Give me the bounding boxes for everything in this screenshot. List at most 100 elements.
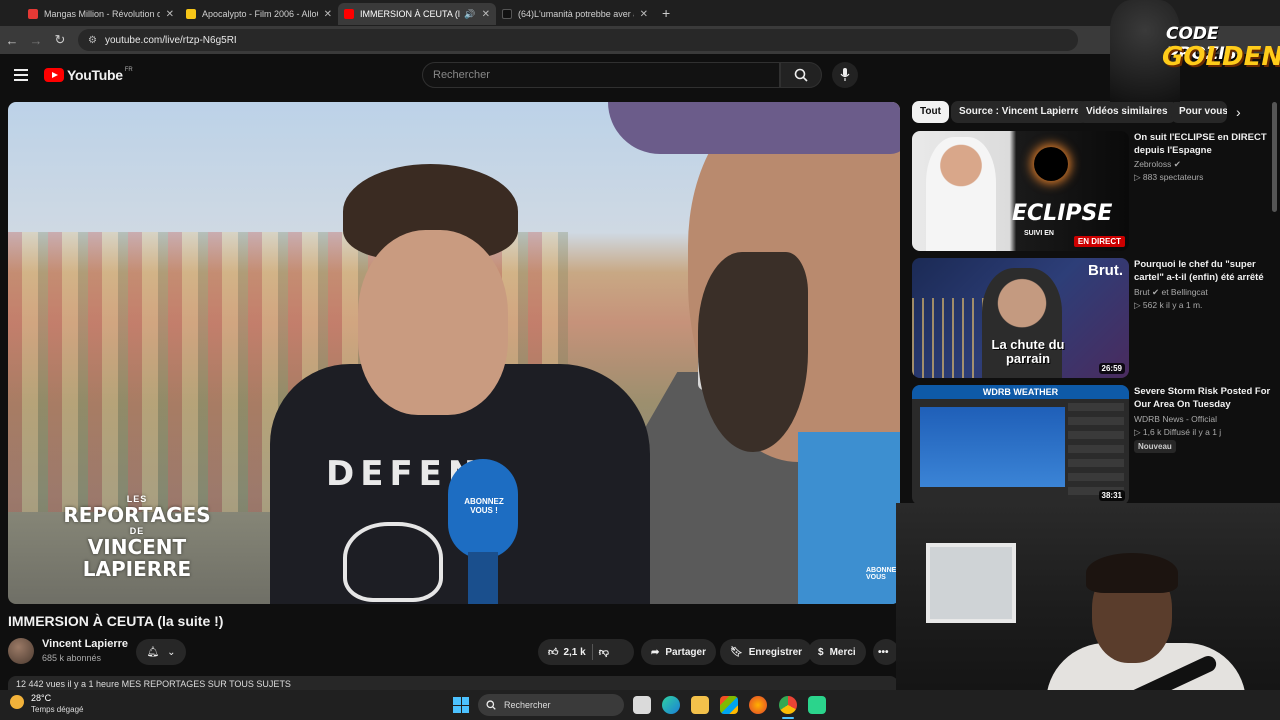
browser-tab-allocine[interactable]: Apocalypto - Film 2006 - AlloCi ✕ bbox=[180, 3, 338, 25]
back-arrow-icon[interactable]: ← bbox=[0, 33, 24, 48]
search-input[interactable]: Rechercher bbox=[422, 62, 780, 88]
task-view-icon[interactable] bbox=[633, 696, 651, 714]
chip-source[interactable]: Source : Vincent Lapierre bbox=[951, 101, 1088, 123]
related-title[interactable]: Pourquoi le chef du "super cartel" a-t-i… bbox=[1134, 258, 1274, 284]
channel-name[interactable]: Vincent Lapierre bbox=[42, 638, 128, 650]
firefox-icon[interactable] bbox=[749, 696, 767, 714]
like-dislike-group: 👍︎ 2,1 k 👎︎ bbox=[538, 639, 634, 665]
share-icon: ➦ bbox=[651, 646, 660, 658]
thumbnail-city-lights bbox=[912, 298, 992, 378]
notification-bell-button[interactable]: 🔔︎ ⌄ bbox=[136, 639, 186, 665]
browser-tab-immersion[interactable]: IMMERSION À CEUTA (la su 🔊 ✕ bbox=[338, 3, 496, 25]
page-scrollbar[interactable] bbox=[1272, 102, 1277, 212]
video-frame-microphone-handle bbox=[468, 552, 498, 604]
subscriber-count: 685 k abonnés bbox=[42, 653, 102, 663]
youtube-favicon-icon bbox=[28, 9, 38, 19]
thumbnail-studio bbox=[920, 407, 1065, 487]
windows-taskbar: 28°C Temps dégagé Rechercher bbox=[0, 690, 1280, 720]
address-bar-row: ← → ↻ ⚙ youtube.com/live/rtzp-N6g5RI bbox=[0, 26, 1280, 54]
related-channel-extra: et Bellingcat bbox=[1161, 287, 1208, 297]
related-thumbnail-wdrb[interactable]: WDRB WEATHER 38:31 bbox=[912, 385, 1129, 505]
share-button[interactable]: ➦ Partager bbox=[641, 639, 716, 665]
url-field[interactable]: ⚙ youtube.com/live/rtzp-N6g5RI bbox=[78, 29, 1078, 51]
super-thanks-icon: $ bbox=[818, 646, 824, 658]
app-icon[interactable] bbox=[808, 696, 826, 714]
chrome-icon[interactable] bbox=[779, 696, 797, 714]
subscribe-watermark: ABONNEZ VOUS bbox=[866, 567, 900, 581]
live-badge: EN DIRECT bbox=[1073, 236, 1125, 247]
voice-search-button[interactable] bbox=[832, 62, 858, 88]
new-tab-button[interactable]: + bbox=[662, 5, 670, 21]
menu-icon[interactable] bbox=[14, 69, 28, 84]
close-tab-icon[interactable]: ✕ bbox=[324, 9, 332, 20]
video-duration: 26:59 bbox=[1098, 363, 1125, 374]
video-duration: 38:31 bbox=[1098, 490, 1125, 501]
webcam-window-background bbox=[926, 543, 1016, 623]
weather-sun-icon[interactable] bbox=[10, 695, 24, 709]
taskbar-search-label: Rechercher bbox=[504, 700, 551, 710]
thumbnail-person bbox=[926, 137, 996, 251]
eclipse-sun-graphic bbox=[1034, 147, 1068, 181]
youtube-header: YouTube FR Rechercher bbox=[0, 54, 900, 98]
store-icon[interactable] bbox=[720, 696, 738, 714]
search-icon bbox=[794, 68, 808, 82]
video-title: IMMERSION À CEUTA (la suite !) bbox=[8, 613, 224, 629]
video-frame-beard bbox=[698, 252, 808, 452]
chip-similar[interactable]: Vidéos similaires bbox=[1078, 101, 1176, 123]
reload-icon[interactable]: ↻ bbox=[48, 32, 72, 48]
promo-code-overlay: CODE PROZIS GOLDENG bbox=[1110, 0, 1280, 102]
description-box[interactable]: 12 442 vues il y a 1 heure MES REPORTAGE… bbox=[8, 676, 898, 690]
browser-tab-tiktok[interactable]: (64)L'umanità potrebbe aver ap ✕ bbox=[496, 3, 654, 25]
thumbnail-brand: Brut. bbox=[1088, 262, 1123, 279]
windows-start-icon[interactable] bbox=[453, 697, 469, 713]
save-label: Enregistrer bbox=[748, 646, 803, 658]
country-code: FR bbox=[124, 67, 133, 73]
active-app-indicator bbox=[782, 717, 794, 719]
related-channel[interactable]: Brut ✔︎ et Bellingcat bbox=[1134, 286, 1274, 299]
share-label: Partager bbox=[665, 646, 706, 658]
thumbnail-sidepanel bbox=[1068, 403, 1124, 499]
chevron-down-icon: ⌄ bbox=[167, 646, 176, 658]
thumbnail-subtitle: SUIVI EN bbox=[1024, 230, 1054, 237]
audio-playing-icon[interactable]: 🔊 bbox=[464, 9, 475, 20]
related-thumbnail-brut[interactable]: Brut. La chute du parrain 26:59 bbox=[912, 258, 1129, 378]
taskbar-search[interactable]: Rechercher bbox=[478, 694, 624, 716]
related-channel-name: Zebroloss bbox=[1134, 159, 1172, 169]
shirt-skull-graphic bbox=[343, 522, 443, 602]
temperature[interactable]: 28°C bbox=[31, 693, 51, 703]
tab-title: (64)L'umanità potrebbe aver ap bbox=[518, 9, 634, 19]
browser-tab-mangas[interactable]: Mangas Million - Révolution de ✕ bbox=[22, 3, 180, 25]
chip-all[interactable]: Tout bbox=[912, 101, 949, 123]
search-button[interactable] bbox=[780, 62, 822, 88]
chip-for-you[interactable]: Pour vous bbox=[1171, 101, 1227, 123]
related-channel[interactable]: Zebroloss ✔︎ bbox=[1134, 158, 1274, 171]
channel-avatar[interactable] bbox=[8, 638, 34, 664]
thanks-label: Merci bbox=[829, 646, 856, 658]
related-channel-name: Brut bbox=[1134, 287, 1150, 297]
like-button[interactable]: 👍︎ 2,1 k bbox=[548, 646, 586, 659]
search-icon bbox=[486, 700, 496, 710]
close-tab-icon[interactable]: ✕ bbox=[482, 9, 490, 20]
save-button[interactable]: 🔖︎ Enregistrer bbox=[720, 639, 813, 665]
webcam-person-hair bbox=[1086, 553, 1178, 593]
chevron-right-icon[interactable]: › bbox=[1236, 104, 1241, 120]
tab-title: Mangas Million - Révolution de bbox=[44, 9, 160, 19]
forward-arrow-icon[interactable]: → bbox=[24, 33, 48, 48]
related-thumbnail-eclipse[interactable]: ECLIPSE SUIVI EN EN DIRECT bbox=[912, 131, 1129, 251]
tab-title: IMMERSION À CEUTA (la su bbox=[360, 9, 460, 19]
thumbs-up-icon: 👍︎ bbox=[548, 647, 559, 658]
file-explorer-icon[interactable] bbox=[691, 696, 709, 714]
verified-icon: ✔︎ bbox=[1173, 159, 1181, 169]
weather-description[interactable]: Temps dégagé bbox=[31, 705, 83, 714]
related-channel[interactable]: WDRB News - Official bbox=[1134, 413, 1274, 426]
close-tab-icon[interactable]: ✕ bbox=[640, 9, 648, 20]
site-info-icon[interactable]: ⚙ bbox=[88, 35, 97, 46]
video-player[interactable]: DEFEN ABONNEZ VOUS ! LES REPORTAGES DE V… bbox=[8, 102, 900, 604]
related-title[interactable]: On suit l'ECLIPSE en DIRECT depuis l'Esp… bbox=[1134, 131, 1274, 157]
close-tab-icon[interactable]: ✕ bbox=[166, 9, 174, 20]
youtube-logo[interactable]: YouTube FR bbox=[44, 67, 133, 83]
thanks-button[interactable]: $ Merci bbox=[808, 639, 866, 665]
related-title[interactable]: Severe Storm Risk Posted For Our Area On… bbox=[1134, 385, 1274, 411]
edge-icon[interactable] bbox=[662, 696, 680, 714]
dislike-button[interactable]: 👎︎ bbox=[599, 646, 609, 658]
